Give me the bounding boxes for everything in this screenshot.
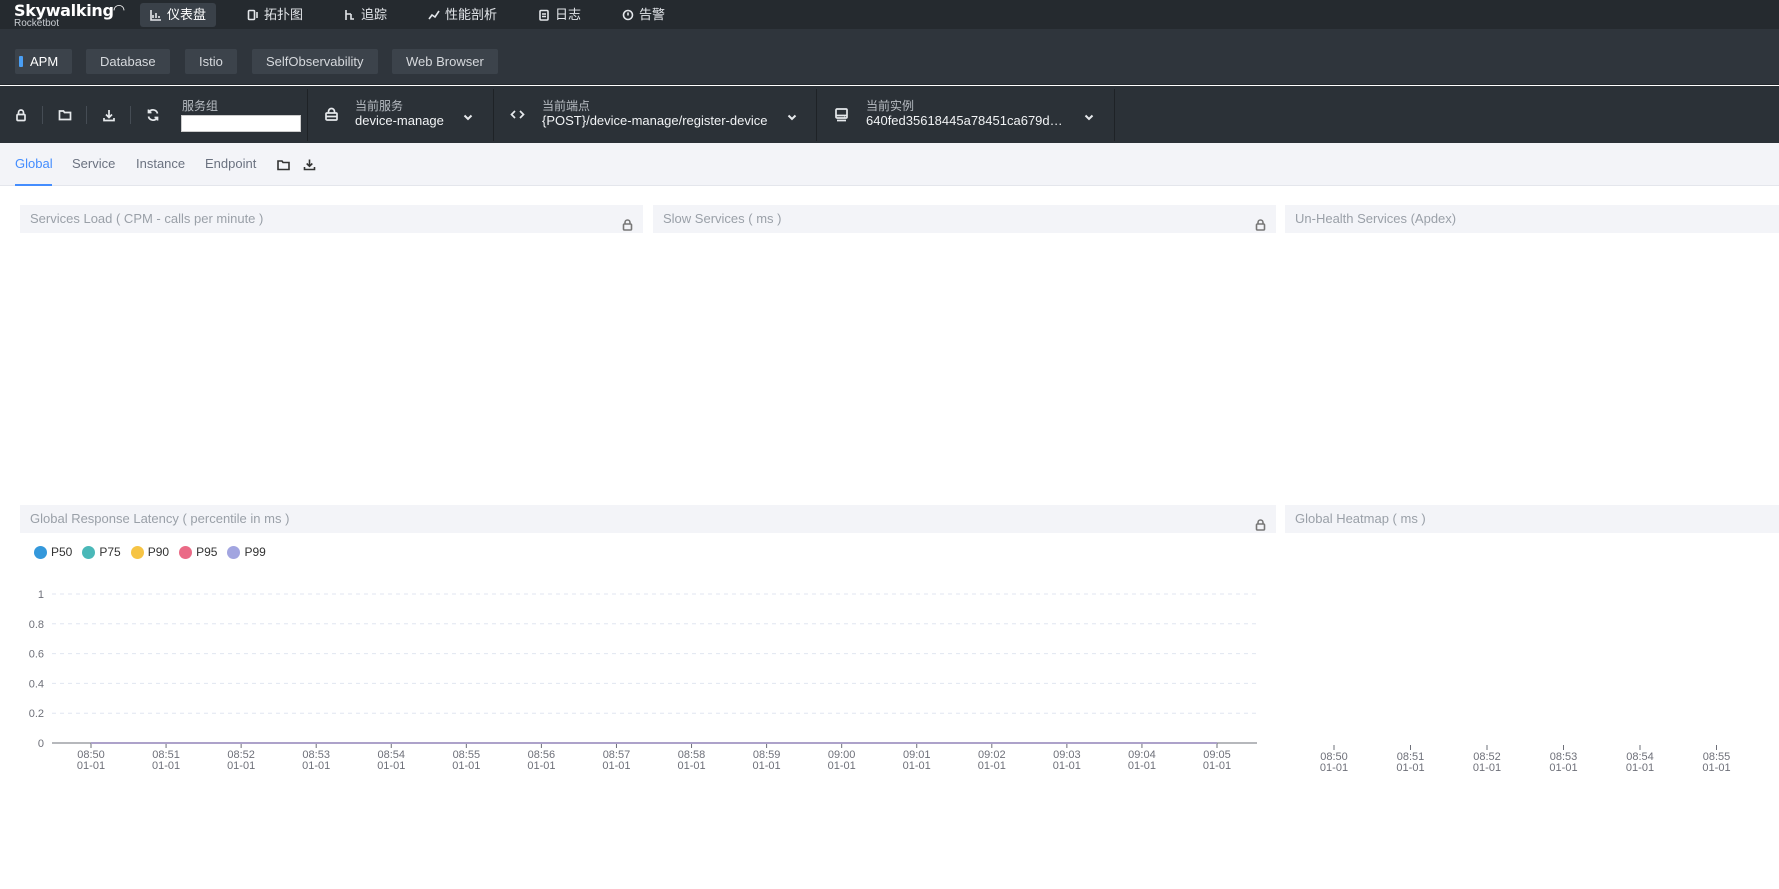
y-tick-label: 1 (38, 589, 44, 601)
global-latency-chart: 00.20.40.60.8108:5001-0108:5101-0108:520… (29, 589, 1731, 774)
x-tick-label: 01-01 (602, 760, 630, 772)
x-tick-label: 01-01 (452, 760, 480, 772)
x-tick-label: 01-01 (377, 760, 405, 772)
x-tick-label: 01-01 (302, 760, 330, 772)
x-tick-label: 01-01 (152, 760, 180, 772)
x-tick-label: 01-01 (828, 760, 856, 772)
x-tick-label: 01-01 (903, 760, 931, 772)
y-tick-label: 0.6 (29, 649, 44, 661)
x-tick-label: 01-01 (978, 760, 1006, 772)
heatmap-x-tick-label: 01-01 (1549, 762, 1577, 774)
heatmap-x-tick-label: 01-01 (1626, 762, 1654, 774)
heatmap-x-tick-label: 01-01 (1473, 762, 1501, 774)
y-tick-label: 0.4 (29, 678, 44, 690)
x-tick-label: 01-01 (77, 760, 105, 772)
x-tick-label: 01-01 (1053, 760, 1081, 772)
y-tick-label: 0 (38, 738, 44, 750)
heatmap-x-tick-label: 01-01 (1396, 762, 1424, 774)
y-tick-label: 0.8 (29, 619, 44, 631)
x-tick-label: 01-01 (527, 760, 555, 772)
x-tick-label: 01-01 (1203, 760, 1231, 772)
heatmap-x-tick-label: 01-01 (1320, 762, 1348, 774)
x-tick-label: 01-01 (753, 760, 781, 772)
x-tick-label: 01-01 (227, 760, 255, 772)
x-tick-label: 01-01 (677, 760, 705, 772)
y-tick-label: 0.2 (29, 708, 44, 720)
heatmap-x-tick-label: 01-01 (1702, 762, 1730, 774)
x-tick-label: 01-01 (1128, 760, 1156, 772)
